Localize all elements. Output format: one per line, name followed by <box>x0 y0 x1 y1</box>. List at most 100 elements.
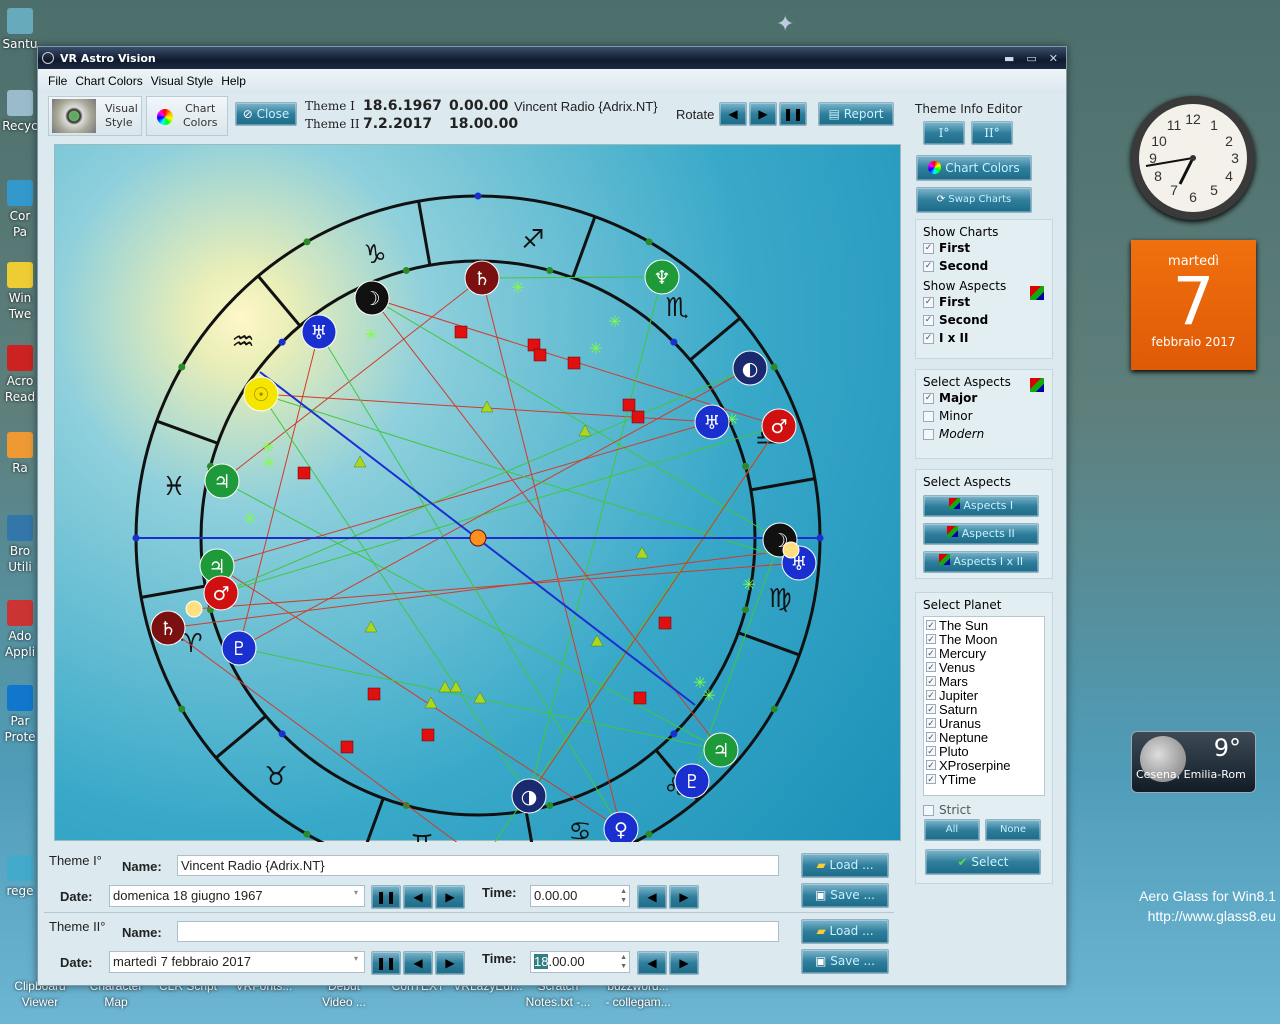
desktop-icon[interactable]: Par Prote <box>0 685 40 745</box>
theme1-save-button[interactable]: ▣ Save ... <box>801 883 889 908</box>
desktop-icon[interactable]: Acro Read <box>0 345 40 405</box>
aspects-color-icon[interactable] <box>1030 286 1044 300</box>
theme2-name-input[interactable] <box>177 921 779 942</box>
dropdown-arrow-icon[interactable]: ▾ <box>354 888 358 897</box>
checkbox-box[interactable] <box>923 410 934 422</box>
theme2-time-next[interactable]: ▶ <box>669 951 699 975</box>
checkbox-box[interactable]: ✓ <box>923 332 934 344</box>
desktop-icon[interactable]: Santu <box>0 8 40 52</box>
theme2-date-picker[interactable]: martedì 7 febbraio 2017 ▾ <box>109 951 365 973</box>
select-button[interactable]: ✔ Select <box>925 849 1041 875</box>
checkbox-box[interactable]: ✓ <box>926 704 936 714</box>
checkbox-second[interactable]: ✓ Second <box>923 257 1045 275</box>
menu-chart-colors[interactable]: Chart Colors <box>75 74 142 88</box>
desktop-icon[interactable]: Cor Pa <box>0 180 40 240</box>
aspects-button-1[interactable]: Aspects II <box>923 523 1039 545</box>
rotate-right-button[interactable]: ▶ <box>749 102 777 126</box>
aspects-button-2[interactable]: Aspects I x II <box>923 551 1039 573</box>
strict-checkbox[interactable]: Strict <box>923 801 1045 819</box>
clock-gadget[interactable]: 12 1 2 3 4 5 6 7 8 9 10 11 <box>1131 96 1255 220</box>
planet-item[interactable]: ✓ The Moon <box>926 632 1042 647</box>
checkbox-box[interactable] <box>923 428 934 440</box>
checkbox-box[interactable]: ✓ <box>923 260 934 272</box>
checkbox-box[interactable]: ✓ <box>926 760 936 770</box>
theme2-save-button[interactable]: ▣ Save ... <box>801 949 889 974</box>
theme1-date-picker[interactable]: domenica 18 giugno 1967 ▾ <box>109 885 365 907</box>
checkbox-first[interactable]: ✓ First <box>923 239 1045 257</box>
visual-style-button[interactable]: Visual Style <box>48 96 142 136</box>
menu-help[interactable]: Help <box>221 74 246 88</box>
checkbox-box[interactable]: ✓ <box>926 718 936 728</box>
rotate-left-button[interactable]: ◀ <box>719 102 747 126</box>
checkbox-box[interactable]: ✓ <box>923 296 934 308</box>
checkbox-box[interactable] <box>923 804 934 816</box>
theme2-date-next[interactable]: ▶ <box>435 951 465 975</box>
theme2-time-input[interactable]: 18.00.00 ▲ ▼ <box>530 951 630 973</box>
maximize-button[interactable]: ▭ <box>1026 52 1036 65</box>
swap-charts-button[interactable]: ⟳ Swap Charts <box>916 187 1032 213</box>
desktop-icon[interactable]: Win Twe <box>0 262 40 322</box>
calendar-gadget[interactable]: martedì 7 febbraio 2017 <box>1131 240 1256 370</box>
weather-gadget[interactable]: 9° Cesena, Emilia-Rom <box>1131 731 1256 793</box>
planet-item[interactable]: ✓ The Sun <box>926 618 1042 633</box>
rotate-pause-button[interactable]: ❚❚ <box>779 102 807 126</box>
chart-colors-button[interactable]: Chart Colors <box>916 155 1032 181</box>
checkbox-box[interactable]: ✓ <box>923 392 934 404</box>
chart-colors-toolbar-button[interactable]: Chart Colors <box>146 96 228 136</box>
time-spinner[interactable]: ▲ ▼ <box>620 887 627 905</box>
time-spinner[interactable]: ▲ ▼ <box>620 953 627 971</box>
all-button[interactable]: All <box>924 819 980 841</box>
desktop-icon[interactable]: Ra <box>0 432 40 476</box>
checkbox-box[interactable]: ✓ <box>923 242 934 254</box>
aspects-button-0[interactable]: Aspects I <box>923 495 1039 517</box>
none-button[interactable]: None <box>985 819 1041 841</box>
theme2-date-prev[interactable]: ◀ <box>403 951 433 975</box>
close-chart-button[interactable]: ⊘ Close <box>235 102 297 126</box>
checkbox-i-x-ii[interactable]: ✓ I x II <box>923 329 1045 347</box>
checkbox-second[interactable]: ✓ Second <box>923 311 1045 329</box>
theme1-time-input[interactable]: 0.00.00 ▲ ▼ <box>530 885 630 907</box>
planet-item[interactable]: ✓ Mars <box>926 674 1042 689</box>
astro-chart[interactable]: ♑♐♏♎♍♌♋♊♉♈♓♒✳✳✳✳✳✳✳✳✳✳✳♄☽♅☉♃♃♂♇♄♆◐♂♅☽♅♃♇… <box>54 144 901 884</box>
checkbox-box[interactable]: ✓ <box>926 774 936 784</box>
checkbox-box[interactable]: ✓ <box>926 634 936 644</box>
desktop-icon[interactable]: Recyc <box>0 90 40 134</box>
planet-item[interactable]: ✓ Pluto <box>926 744 1042 759</box>
theme-ii-button[interactable]: II° <box>971 121 1013 145</box>
planet-list[interactable]: ✓ The Sun ✓ The Moon ✓ Mercury ✓ Venus ✓ Mars ✓ Jup… <box>923 616 1045 796</box>
theme1-date-next[interactable]: ▶ <box>435 885 465 909</box>
title-bar[interactable]: VR Astro Vision ▬ ▭ ✕ <box>38 47 1066 69</box>
planet-item[interactable]: ✓ Mercury <box>926 646 1042 661</box>
planet-item[interactable]: ✓ Jupiter <box>926 688 1042 703</box>
planet-item[interactable]: ✓ XProserpine <box>926 758 1042 773</box>
planet-item[interactable]: ✓ YTime <box>926 772 1042 787</box>
checkbox-first[interactable]: ✓ First <box>923 293 1045 311</box>
theme1-date-prev[interactable]: ◀ <box>403 885 433 909</box>
planet-item[interactable]: ✓ Neptune <box>926 730 1042 745</box>
desktop-icon[interactable]: Ado Appli <box>0 600 40 660</box>
menu-visual-style[interactable]: Visual Style <box>151 74 213 88</box>
checkbox-box[interactable]: ✓ <box>923 314 934 326</box>
checkbox-box[interactable]: ✓ <box>926 746 936 756</box>
checkbox-box[interactable]: ✓ <box>926 690 936 700</box>
desktop-icon[interactable]: rege <box>0 855 40 899</box>
aspects-color-icon[interactable] <box>1030 378 1044 392</box>
checkbox-box[interactable]: ✓ <box>926 732 936 742</box>
checkbox-modern[interactable]: Modern <box>923 425 1045 443</box>
theme2-time-prev[interactable]: ◀ <box>637 951 667 975</box>
checkbox-box[interactable]: ✓ <box>926 648 936 658</box>
taskbar-star-icon[interactable]: ✦ <box>776 12 794 37</box>
theme2-load-button[interactable]: ▰ Load ... <box>801 919 889 944</box>
theme1-time-next[interactable]: ▶ <box>669 885 699 909</box>
theme1-date-pause[interactable]: ❚❚ <box>371 885 401 909</box>
checkbox-minor[interactable]: Minor <box>923 407 1045 425</box>
theme1-load-button[interactable]: ▰ Load ... <box>801 853 889 878</box>
dropdown-arrow-icon[interactable]: ▾ <box>354 954 358 963</box>
desktop-icon[interactable]: Bro Utili <box>0 515 40 575</box>
theme1-name-input[interactable]: Vincent Radio {Adrix.NT} <box>177 855 779 876</box>
planet-item[interactable]: ✓ Saturn <box>926 702 1042 717</box>
planet-item[interactable]: ✓ Uranus <box>926 716 1042 731</box>
close-window-button[interactable]: ✕ <box>1049 52 1058 65</box>
checkbox-box[interactable]: ✓ <box>926 676 936 686</box>
menu-file[interactable]: File <box>48 74 67 88</box>
